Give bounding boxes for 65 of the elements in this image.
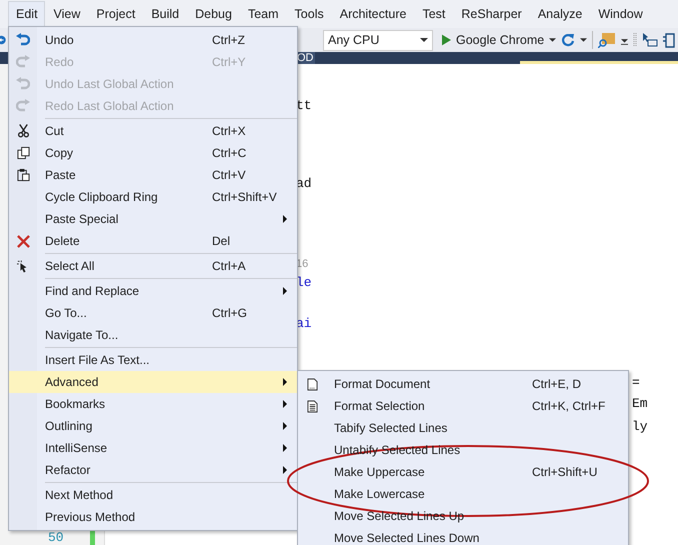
menu-item[interactable]: Next Method — [9, 484, 297, 506]
menu-item[interactable]: Tabify Selected Lines — [298, 417, 628, 439]
menu-item[interactable]: Find and Replace — [9, 280, 297, 302]
line-number: 50 — [48, 530, 64, 545]
menu-bar-item[interactable]: Test — [414, 1, 452, 27]
document-icon — [306, 400, 318, 412]
code-text: ly — [632, 419, 648, 434]
menu-bar-item[interactable]: Debug — [187, 1, 239, 27]
menu-item[interactable]: Navigate To... — [9, 324, 297, 346]
undo-icon — [16, 77, 30, 91]
menu-bar-item[interactable]: Window — [590, 1, 650, 27]
cursor-icon — [17, 260, 29, 272]
redo-icon — [16, 99, 30, 113]
play-icon — [442, 34, 451, 46]
caret-icon — [549, 38, 556, 42]
menu-item[interactable]: Go To... Ctrl+G — [9, 302, 297, 324]
caret-icon — [420, 38, 428, 42]
run-button[interactable]: Google Chrome — [442, 33, 556, 47]
copy-icon — [16, 146, 30, 160]
delete-icon — [16, 234, 30, 248]
menu-item[interactable]: Insert File As Text... — [9, 349, 297, 371]
caret-icon[interactable] — [580, 38, 588, 42]
menu-item[interactable]: Outlining — [9, 415, 297, 437]
menu-bar-item[interactable]: Project — [88, 1, 142, 27]
menu-bar-item[interactable]: View — [46, 1, 88, 27]
menu-item[interactable]: Copy Ctrl+C — [9, 142, 297, 164]
menu-item[interactable]: Bookmarks — [9, 393, 297, 415]
menu-item[interactable]: Delete Del — [9, 230, 297, 252]
scissors-icon — [16, 124, 30, 138]
menu-item[interactable]: Paste Ctrl+V — [9, 164, 297, 186]
menu-bar-item[interactable]: Architecture — [332, 1, 414, 27]
code-text: tt — [296, 98, 312, 113]
undo-icon — [16, 33, 30, 47]
menu-bar-item[interactable]: Analyze — [530, 1, 590, 27]
menu-item[interactable]: Cycle Clipboard Ring Ctrl+Shift+V — [9, 186, 297, 208]
refresh-icon[interactable] — [561, 33, 576, 47]
menu-bar-item[interactable]: Team — [240, 1, 286, 27]
menu-item[interactable]: IntelliSense — [9, 437, 297, 459]
menu-item[interactable]: Format Selection Ctrl+K, Ctrl+F — [298, 395, 628, 417]
platform-dropdown[interactable]: Any CPU — [323, 30, 433, 50]
menu-item[interactable]: Cut Ctrl+X — [9, 120, 297, 142]
menu-item[interactable]: Move Selected Lines Down — [298, 527, 628, 545]
redo-icon — [16, 55, 30, 69]
code-text: Em — [632, 396, 648, 411]
code-text: le — [296, 275, 312, 290]
menu-item[interactable]: Select All Ctrl+A — [9, 255, 297, 277]
document-icon — [306, 378, 318, 390]
menu-item[interactable]: Format Document Ctrl+E, D — [298, 373, 628, 395]
cursor-box-icon[interactable] — [642, 32, 658, 48]
menu-bar-item[interactable]: Build — [143, 1, 186, 27]
menu-item[interactable]: Advanced — [9, 371, 297, 393]
menu-item[interactable]: Previous Method — [9, 506, 297, 528]
folder-search-icon[interactable] — [598, 32, 616, 48]
menu-bar-item[interactable]: ReSharper — [453, 1, 529, 27]
menu-item[interactable]: Make Lowercase — [298, 483, 628, 505]
menu-item[interactable]: Refactor — [9, 459, 297, 481]
code-text: = — [632, 375, 640, 390]
menu-bar-item[interactable]: Tools — [286, 1, 331, 27]
menu-item[interactable]: Make Uppercase Ctrl+Shift+U — [298, 461, 628, 483]
menu-item[interactable]: Undo Ctrl+Z — [9, 29, 297, 51]
menu-item[interactable]: Paste Special — [9, 208, 297, 230]
list-icon[interactable] — [663, 32, 676, 48]
paste-icon — [16, 168, 30, 182]
menu-bar-item[interactable]: Edit — [8, 1, 45, 27]
grip-icon — [633, 32, 638, 48]
